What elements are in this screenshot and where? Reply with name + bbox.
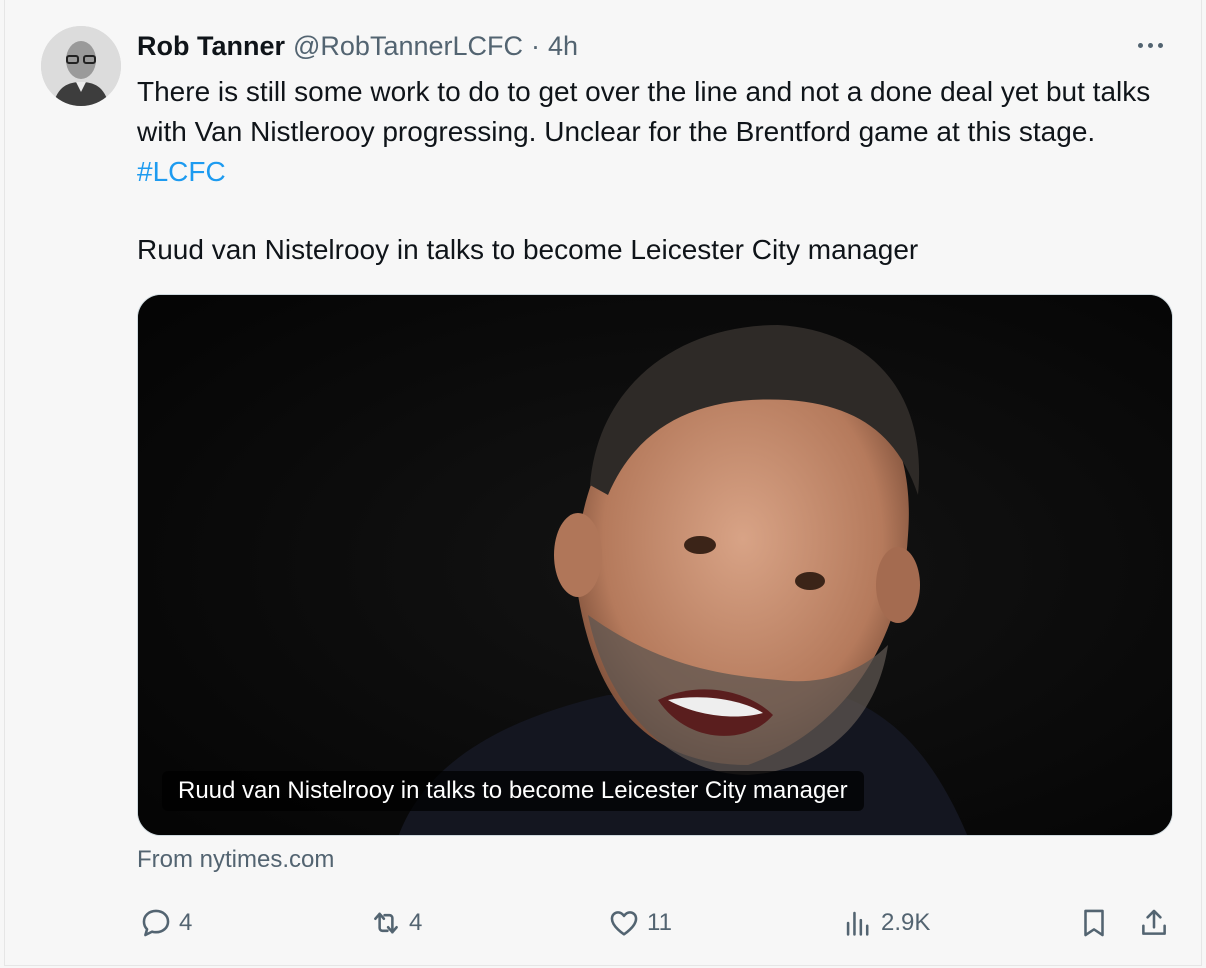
heart-icon [610, 911, 638, 936]
reply-count: 4 [179, 909, 193, 936]
like-count: 11 [647, 909, 672, 936]
tweet-headline: Ruud van Nistelrooy in talks to become L… [137, 234, 919, 265]
separator-dot: · [531, 30, 541, 61]
views-icon [846, 911, 869, 936]
reply-button[interactable]: 4 [139, 898, 192, 948]
more-button[interactable] [1133, 30, 1167, 60]
bookmark-icon [1084, 909, 1104, 937]
like-button[interactable]: 11 [607, 898, 672, 948]
views-button[interactable]: 2.9K [841, 898, 930, 948]
more-icon [1137, 42, 1143, 48]
avatar[interactable] [41, 26, 121, 106]
repost-button[interactable]: 4 [369, 898, 422, 948]
action-bar: 4 4 11 2.9K [137, 898, 1177, 948]
tweet-header: Rob Tanner @RobTannerLCFC · 4h [137, 28, 578, 64]
link-preview-card[interactable]: Ruud van Nistelrooy in talks to become L… [137, 294, 1173, 836]
avatar-image [41, 26, 121, 106]
author-name[interactable]: Rob Tanner [137, 31, 285, 62]
card-caption: Ruud van Nistelrooy in talks to become L… [162, 771, 864, 811]
share-icon [1142, 909, 1166, 935]
bookmark-button[interactable] [1077, 898, 1111, 948]
tweet-text: There is still some work to do to get ov… [137, 72, 1177, 192]
repost-count: 4 [409, 909, 423, 936]
reply-icon [142, 909, 170, 937]
timestamp[interactable]: 4h [548, 31, 578, 62]
tweet-card[interactable]: Rob Tanner @RobTannerLCFC · 4h There is … [4, 0, 1202, 966]
views-count: 2.9K [881, 909, 931, 936]
share-button[interactable] [1137, 898, 1171, 948]
card-image [138, 295, 1172, 835]
author-handle[interactable]: @RobTannerLCFC [293, 31, 523, 62]
card-source[interactable]: From nytimes.com [137, 846, 334, 874]
tweet-body: There is still some work to do to get ov… [137, 76, 1151, 147]
repost-icon [374, 912, 398, 934]
hashtag-link[interactable]: #LCFC [137, 156, 226, 187]
